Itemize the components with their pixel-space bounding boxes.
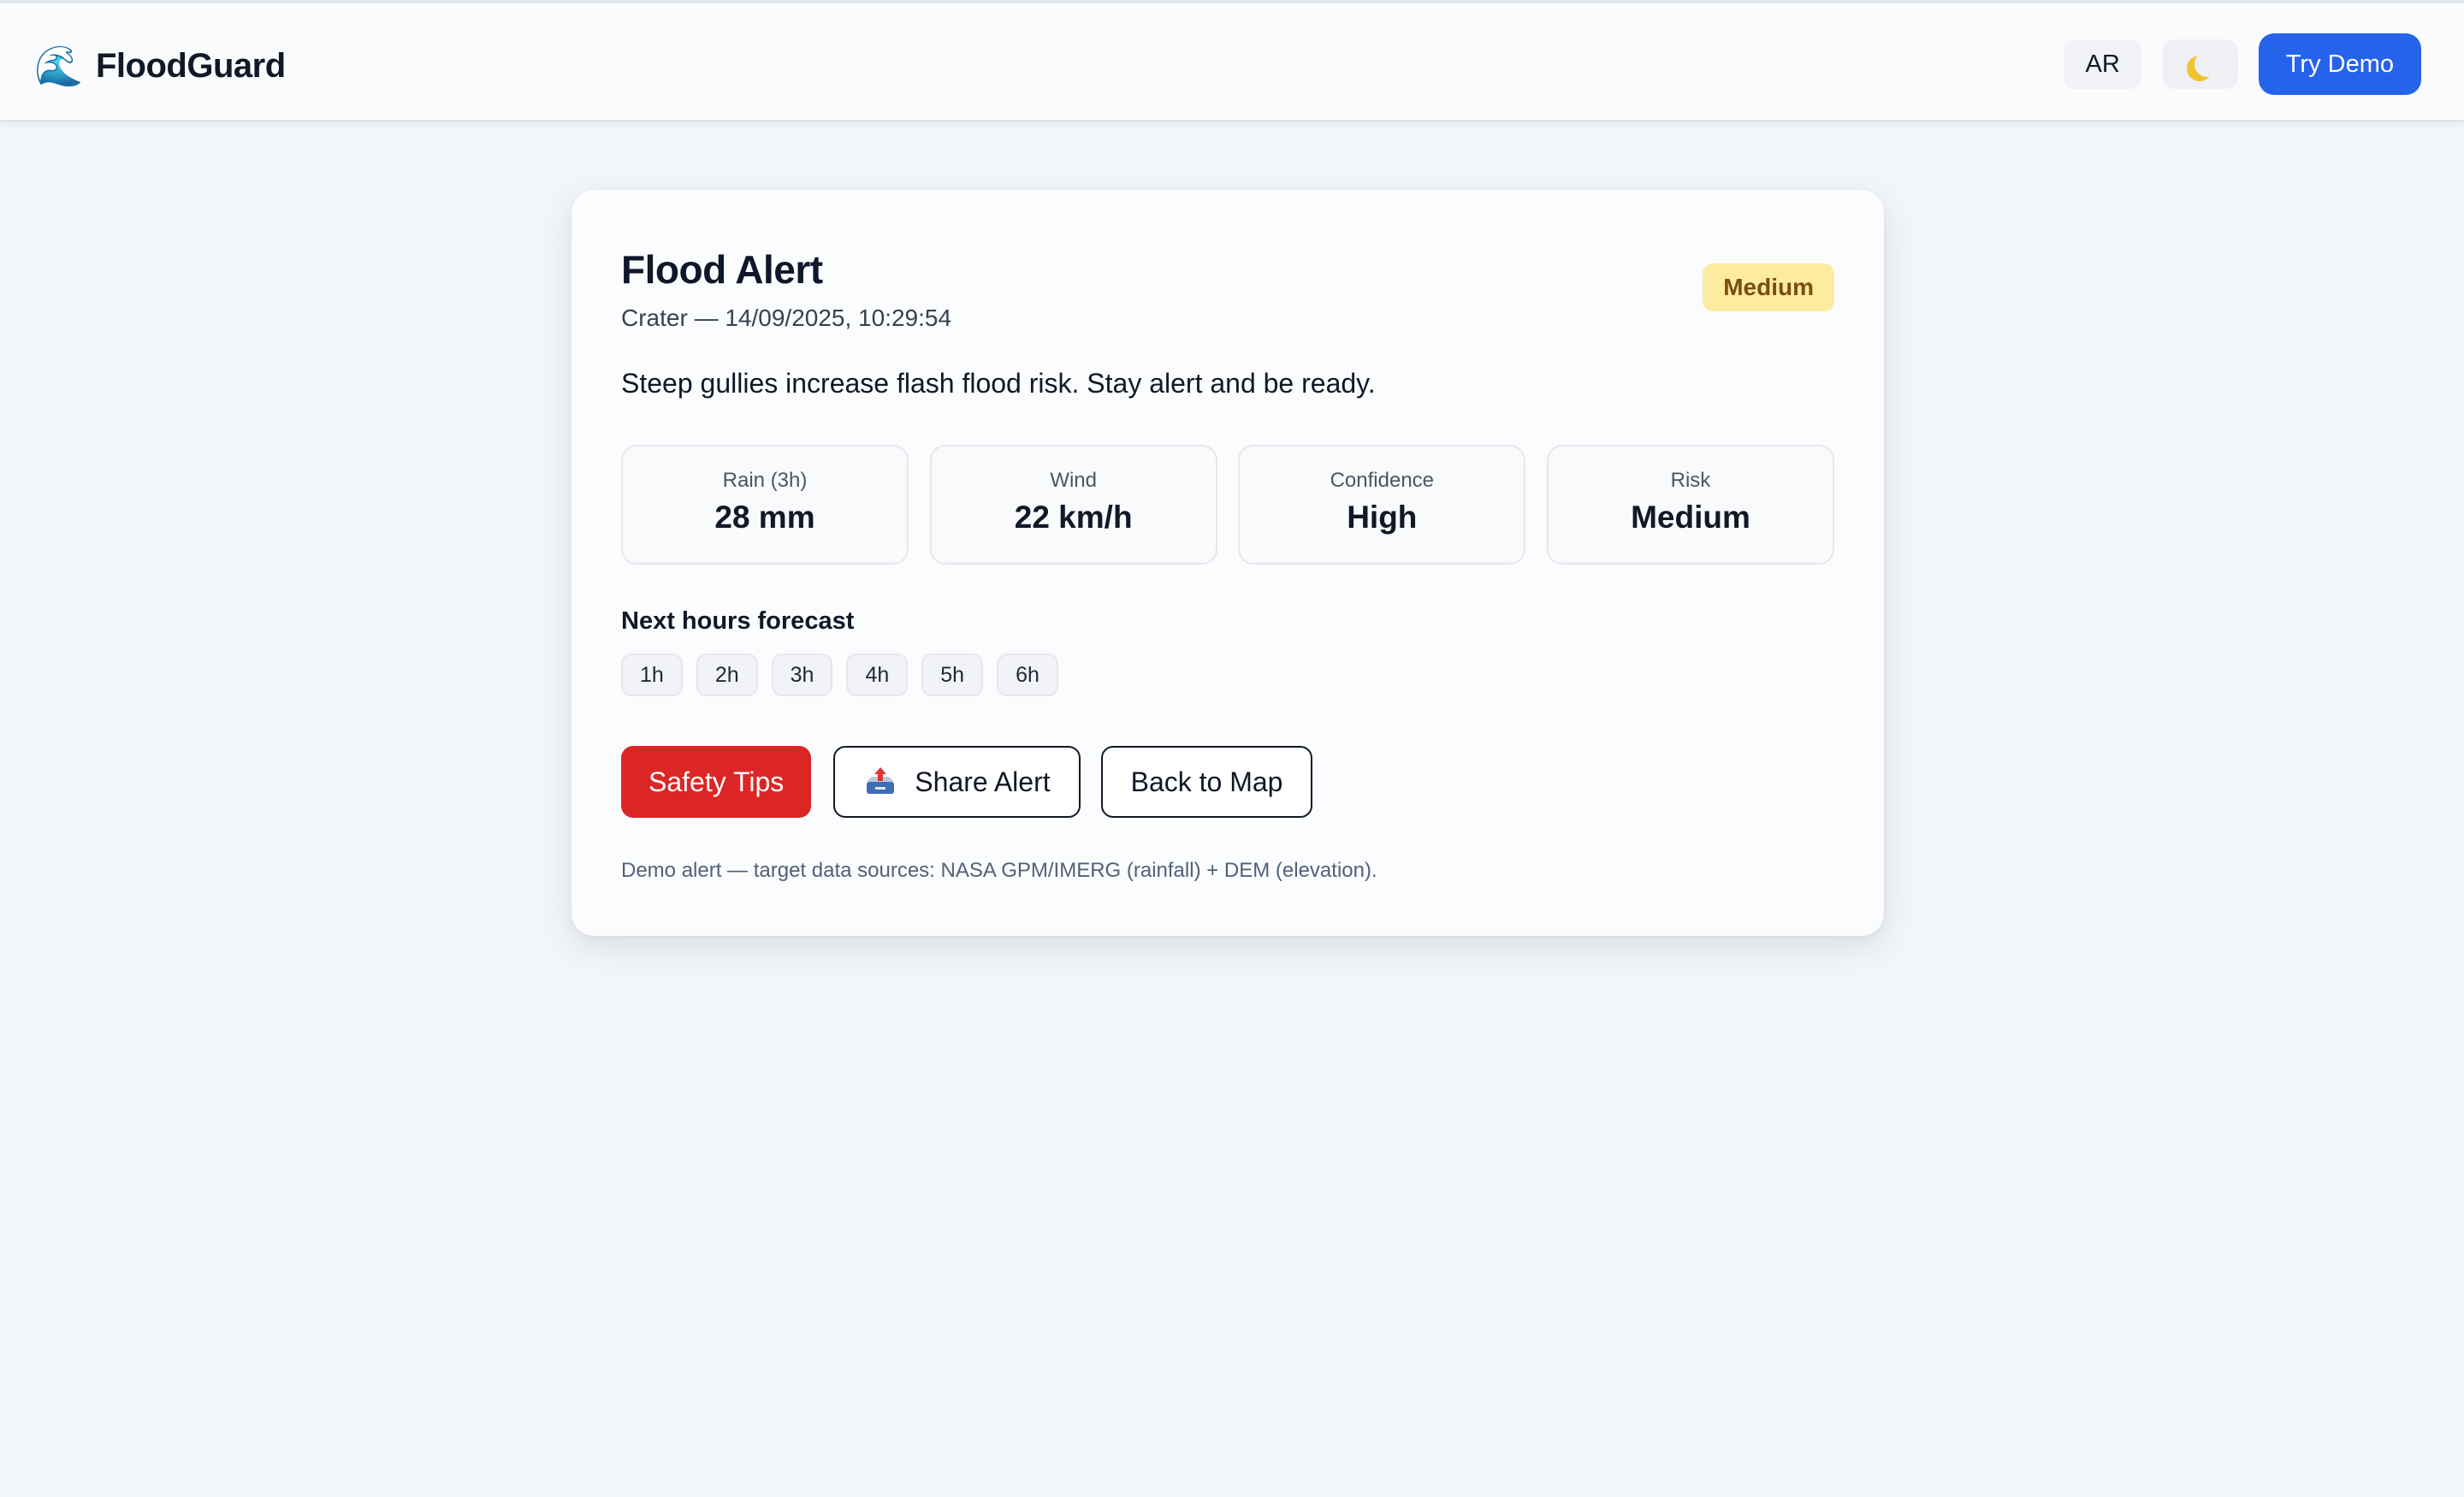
brand[interactable]: 🌊 FloodGuard [34, 42, 286, 90]
try-demo-button[interactable]: Try Demo [2258, 33, 2421, 95]
share-alert-label: Share Alert [915, 766, 1051, 797]
forecast-chip-3h[interactable]: 3h [771, 654, 833, 696]
forecast-chip-2h[interactable]: 2h [696, 654, 758, 696]
stat-value: 28 mm [714, 500, 815, 535]
forecast-chip-1h[interactable]: 1h [621, 654, 683, 696]
moon-icon [2194, 51, 2220, 77]
forecast-chip-5h[interactable]: 5h [921, 654, 984, 696]
wave-icon: 🌊 [34, 44, 84, 88]
forecast-chip-6h[interactable]: 6h [997, 654, 1058, 696]
stat-label: Rain (3h) [722, 469, 808, 492]
stat-value: High [1347, 500, 1418, 535]
stat-label: Risk [1670, 469, 1711, 492]
alert-stats: Rain (3h) 28 mm Wind 22 km/h Confidence … [621, 445, 1834, 565]
stat-wind: Wind 22 km/h [929, 445, 1217, 565]
share-tray-icon [867, 767, 895, 794]
stat-confidence: Confidence High [1238, 445, 1526, 565]
risk-level-badge: Medium [1703, 263, 1834, 311]
stat-value: 22 km/h [1014, 500, 1133, 535]
forecast-title: Next hours forecast [621, 607, 855, 635]
forecast-hours: 1h 2h 3h 4h 5h 6h [621, 654, 1072, 696]
alert-message: Steep gullies increase flash flood risk.… [621, 368, 1376, 399]
alert-location-time: Crater — 14/09/2025, 10:29:54 [621, 305, 952, 331]
theme-toggle-button[interactable] [2162, 39, 2238, 89]
alert-title: Flood Alert [621, 247, 823, 292]
stat-label: Confidence [1330, 469, 1435, 492]
flood-alert-card: Flood Alert Crater — 14/09/2025, 10:29:5… [572, 190, 1884, 936]
nav-actions: AR Try Demo [2064, 33, 2421, 95]
brand-name: FloodGuard [96, 46, 286, 85]
forecast-chip-4h[interactable]: 4h [846, 654, 909, 696]
share-alert-button[interactable]: Share Alert [833, 746, 1081, 818]
safety-tips-button[interactable]: Safety Tips [621, 746, 812, 818]
data-source-note: Demo alert — target data sources: NASA G… [621, 859, 1377, 882]
stat-risk: Risk Medium [1546, 445, 1834, 565]
stat-label: Wind [1050, 469, 1097, 492]
alert-actions: Safety Tips Share Alert Back to Map [621, 746, 1333, 818]
language-toggle-button[interactable]: AR [2064, 39, 2141, 89]
stat-rain: Rain (3h) 28 mm [621, 445, 909, 565]
back-to-map-button[interactable]: Back to Map [1100, 746, 1313, 818]
stat-value: Medium [1631, 500, 1750, 535]
top-navbar: 🌊 FloodGuard AR Try Demo [0, 0, 2464, 121]
